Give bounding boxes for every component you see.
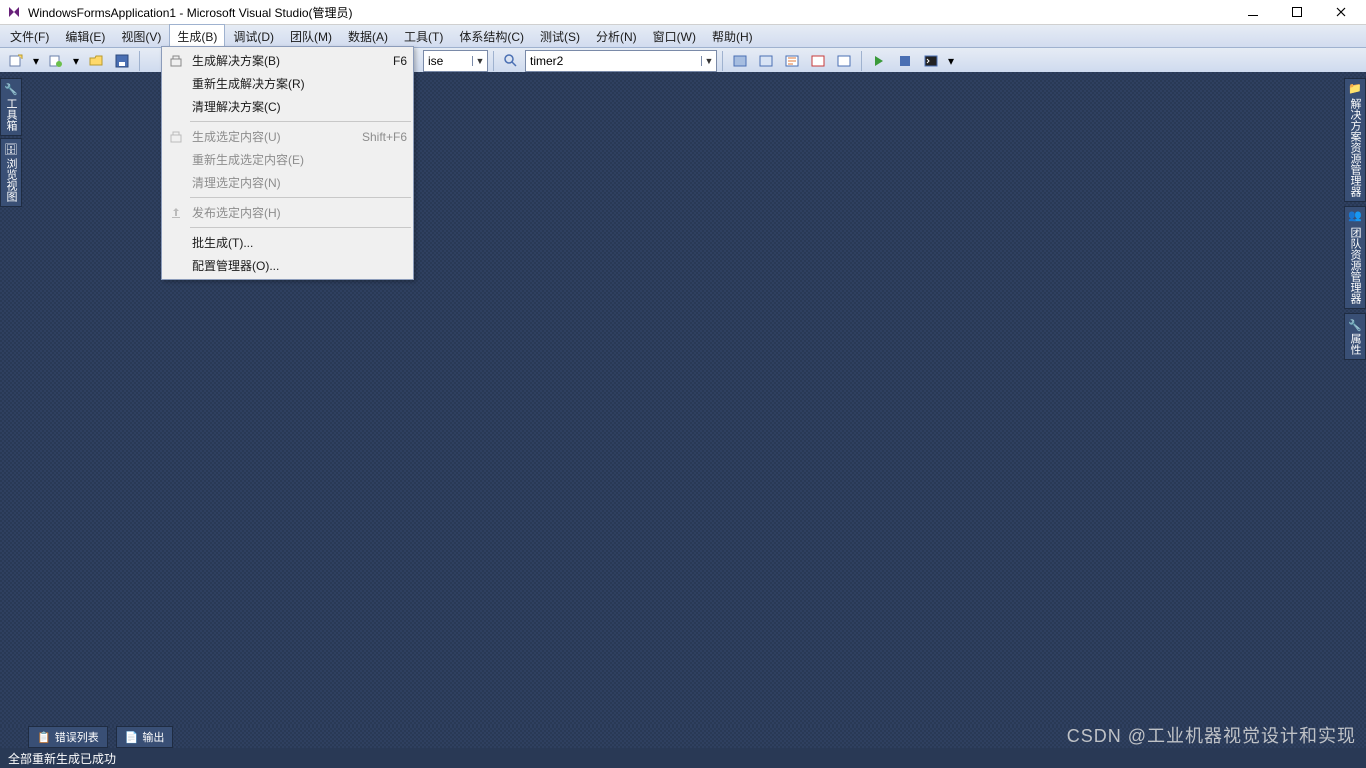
menu-edit[interactable]: 编辑(E)	[57, 25, 113, 47]
menu-help[interactable]: 帮助(H)	[704, 25, 761, 47]
config-value: ise	[424, 54, 472, 68]
title-bar: WindowsFormsApplication1 - Microsoft Vis…	[0, 0, 1366, 25]
toolbar-icon-a[interactable]	[728, 49, 752, 73]
menu-clean-selection-label: 清理选定内容(N)	[188, 174, 407, 191]
menu-build-selection-shortcut: Shift+F6	[354, 130, 407, 144]
menu-separator	[190, 197, 411, 198]
tab-server-explorer[interactable]: 🗄 浏览视图	[0, 138, 22, 207]
server-icon: 🗄	[4, 143, 18, 156]
menu-team[interactable]: 团队(M)	[282, 25, 340, 47]
error-list-icon: 📋	[37, 731, 51, 744]
toolbar-separator	[493, 51, 494, 71]
add-item-drop-icon[interactable]: ▾	[70, 49, 82, 73]
menu-separator	[190, 121, 411, 122]
config-dropdown[interactable]: ise ▼	[423, 50, 488, 72]
menu-publish-selection-label: 发布选定内容(H)	[188, 204, 407, 221]
menu-build-solution[interactable]: 生成解决方案(B) F6	[162, 49, 413, 72]
toolbar-separator	[861, 51, 862, 71]
menu-debug[interactable]: 调试(D)	[225, 25, 282, 47]
menu-clean-solution-label: 清理解决方案(C)	[188, 98, 407, 115]
tab-properties[interactable]: 🔧 属性	[1344, 313, 1366, 360]
tab-toolbox[interactable]: 🔧 工具箱	[0, 78, 22, 136]
toolbar-cmd-button[interactable]	[919, 49, 943, 73]
menu-rebuild-selection: 重新生成选定内容(E)	[162, 148, 413, 171]
menu-separator	[190, 227, 411, 228]
team-icon: 👥	[1349, 211, 1362, 224]
chevron-down-icon: ▼	[472, 56, 487, 66]
tab-output-label: 输出	[142, 729, 164, 745]
menu-config-manager[interactable]: 配置管理器(O)...	[162, 254, 413, 277]
find-button[interactable]	[499, 49, 523, 73]
build-icon	[164, 130, 188, 144]
status-bar: 全部重新生成已成功	[0, 748, 1366, 768]
find-target-value: timer2	[526, 54, 701, 68]
toolbar-run-button[interactable]	[867, 49, 891, 73]
menu-batch-build-label: 批生成(T)...	[188, 234, 407, 251]
toolbar-separator	[139, 51, 140, 71]
menu-config-manager-label: 配置管理器(O)...	[188, 257, 407, 274]
menu-rebuild-selection-label: 重新生成选定内容(E)	[188, 151, 407, 168]
close-button[interactable]	[1328, 3, 1354, 21]
properties-icon: 🔧	[1349, 318, 1362, 331]
open-button[interactable]	[84, 49, 108, 73]
menu-window[interactable]: 窗口(W)	[645, 25, 704, 47]
tab-team-explorer[interactable]: 👥 团队资源管理器	[1344, 206, 1366, 308]
tab-team-explorer-label: 团队资源管理器	[1347, 227, 1363, 304]
window-title: WindowsFormsApplication1 - Microsoft Vis…	[28, 4, 1240, 21]
menu-file[interactable]: 文件(F)	[2, 25, 57, 47]
tab-toolbox-label: 工具箱	[3, 98, 19, 131]
solution-icon: 📁	[1349, 83, 1362, 96]
save-button[interactable]	[110, 49, 134, 73]
build-menu-dropdown: 生成解决方案(B) F6 重新生成解决方案(R) 清理解决方案(C) 生成选定内…	[161, 46, 414, 280]
toolbar-separator	[722, 51, 723, 71]
menu-clean-selection: 清理选定内容(N)	[162, 171, 413, 194]
menu-build-solution-label: 生成解决方案(B)	[188, 52, 385, 69]
toolbar-icon-b[interactable]	[754, 49, 778, 73]
bottom-tabs: 📋 错误列表 📄 输出	[0, 726, 1366, 748]
menu-build-selection: 生成选定内容(U) Shift+F6	[162, 125, 413, 148]
tab-properties-label: 属性	[1347, 333, 1363, 355]
toolbox-icon: 🔧	[4, 83, 18, 96]
status-text: 全部重新生成已成功	[8, 750, 116, 767]
menu-build-solution-shortcut: F6	[385, 54, 407, 68]
find-target-dropdown[interactable]: timer2 ▼	[525, 50, 717, 72]
tab-server-explorer-label: 浏览视图	[3, 158, 19, 202]
toolbar-cmd-drop-icon[interactable]: ▾	[945, 49, 957, 73]
tab-error-list-label: 错误列表	[55, 729, 99, 745]
publish-icon	[164, 206, 188, 220]
maximize-button[interactable]	[1284, 3, 1310, 21]
menu-test[interactable]: 测试(S)	[532, 25, 588, 47]
add-item-button[interactable]	[44, 49, 68, 73]
menu-rebuild-solution[interactable]: 重新生成解决方案(R)	[162, 72, 413, 95]
menu-view[interactable]: 视图(V)	[113, 25, 169, 47]
toolbar-icon-e[interactable]	[832, 49, 856, 73]
menu-build[interactable]: 生成(B)	[169, 24, 225, 47]
menu-build-selection-label: 生成选定内容(U)	[188, 128, 354, 145]
toolbar-icon-d[interactable]	[806, 49, 830, 73]
menu-tools[interactable]: 工具(T)	[396, 25, 451, 47]
new-project-drop-icon[interactable]: ▾	[30, 49, 42, 73]
output-icon: 📄	[125, 731, 139, 744]
menu-rebuild-solution-label: 重新生成解决方案(R)	[188, 75, 407, 92]
menu-batch-build[interactable]: 批生成(T)...	[162, 231, 413, 254]
menu-bar: 文件(F) 编辑(E) 视图(V) 生成(B) 调试(D) 团队(M) 数据(A…	[0, 25, 1366, 48]
vs-logo-icon	[6, 4, 22, 20]
toolbar-icon-c[interactable]	[780, 49, 804, 73]
menu-analyze[interactable]: 分析(N)	[588, 25, 645, 47]
tab-error-list[interactable]: 📋 错误列表	[28, 726, 108, 748]
build-icon	[164, 54, 188, 68]
tab-solution-explorer[interactable]: 📁 解决方案资源管理器	[1344, 78, 1366, 202]
chevron-down-icon: ▼	[701, 56, 716, 66]
menu-publish-selection: 发布选定内容(H)	[162, 201, 413, 224]
menu-clean-solution[interactable]: 清理解决方案(C)	[162, 95, 413, 118]
menu-arch[interactable]: 体系结构(C)	[451, 25, 532, 47]
tab-output[interactable]: 📄 输出	[116, 726, 174, 748]
tab-solution-explorer-label: 解决方案资源管理器	[1347, 98, 1363, 197]
menu-data[interactable]: 数据(A)	[340, 25, 396, 47]
new-project-button[interactable]	[4, 49, 28, 73]
toolbar-box-button[interactable]	[893, 49, 917, 73]
minimize-button[interactable]	[1240, 3, 1266, 21]
